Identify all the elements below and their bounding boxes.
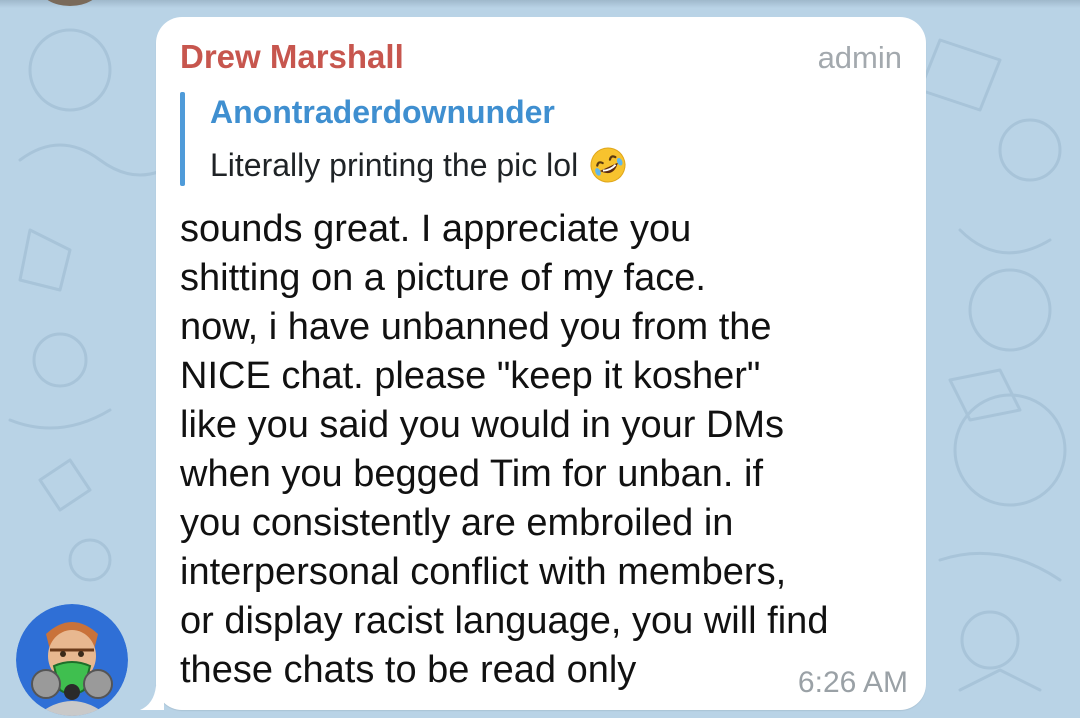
sender-name[interactable]: Drew Marshall [180,38,404,76]
reply-accent-bar [180,92,185,186]
sender-avatar[interactable] [16,604,128,716]
message-line: shitting on a picture of my face. [180,257,706,299]
message-line: sounds great. I appreciate you [180,208,692,250]
top-scroll-strip [0,0,1080,8]
admin-badge: admin [817,40,902,75]
reply-text-row: Literally printing the pic lol [210,145,628,185]
bubble-tail [140,686,164,710]
message-line: you consistently are embroiled in [180,502,734,544]
reply-text: Literally printing the pic lol [210,146,579,183]
message-line: or display racist language, you will fin… [180,600,829,642]
reply-quote[interactable]: Anontraderdownunder Literally printing t… [180,92,780,186]
message-text: sounds great. I appreciate you shitting … [180,205,920,695]
message-line: like you said you would in your DMs [180,404,785,446]
message-time: 6:26 AM [797,666,908,699]
message-line: when you begged Tim for unban. if [180,453,764,495]
message-line: now, i have unbanned you from the [180,306,772,348]
message-line: interpersonal conflict with members, [180,551,787,593]
reply-author: Anontraderdownunder [210,94,555,130]
rofl-emoji-icon [590,147,626,183]
message-line: NICE chat. please "keep it kosher" [180,355,761,397]
